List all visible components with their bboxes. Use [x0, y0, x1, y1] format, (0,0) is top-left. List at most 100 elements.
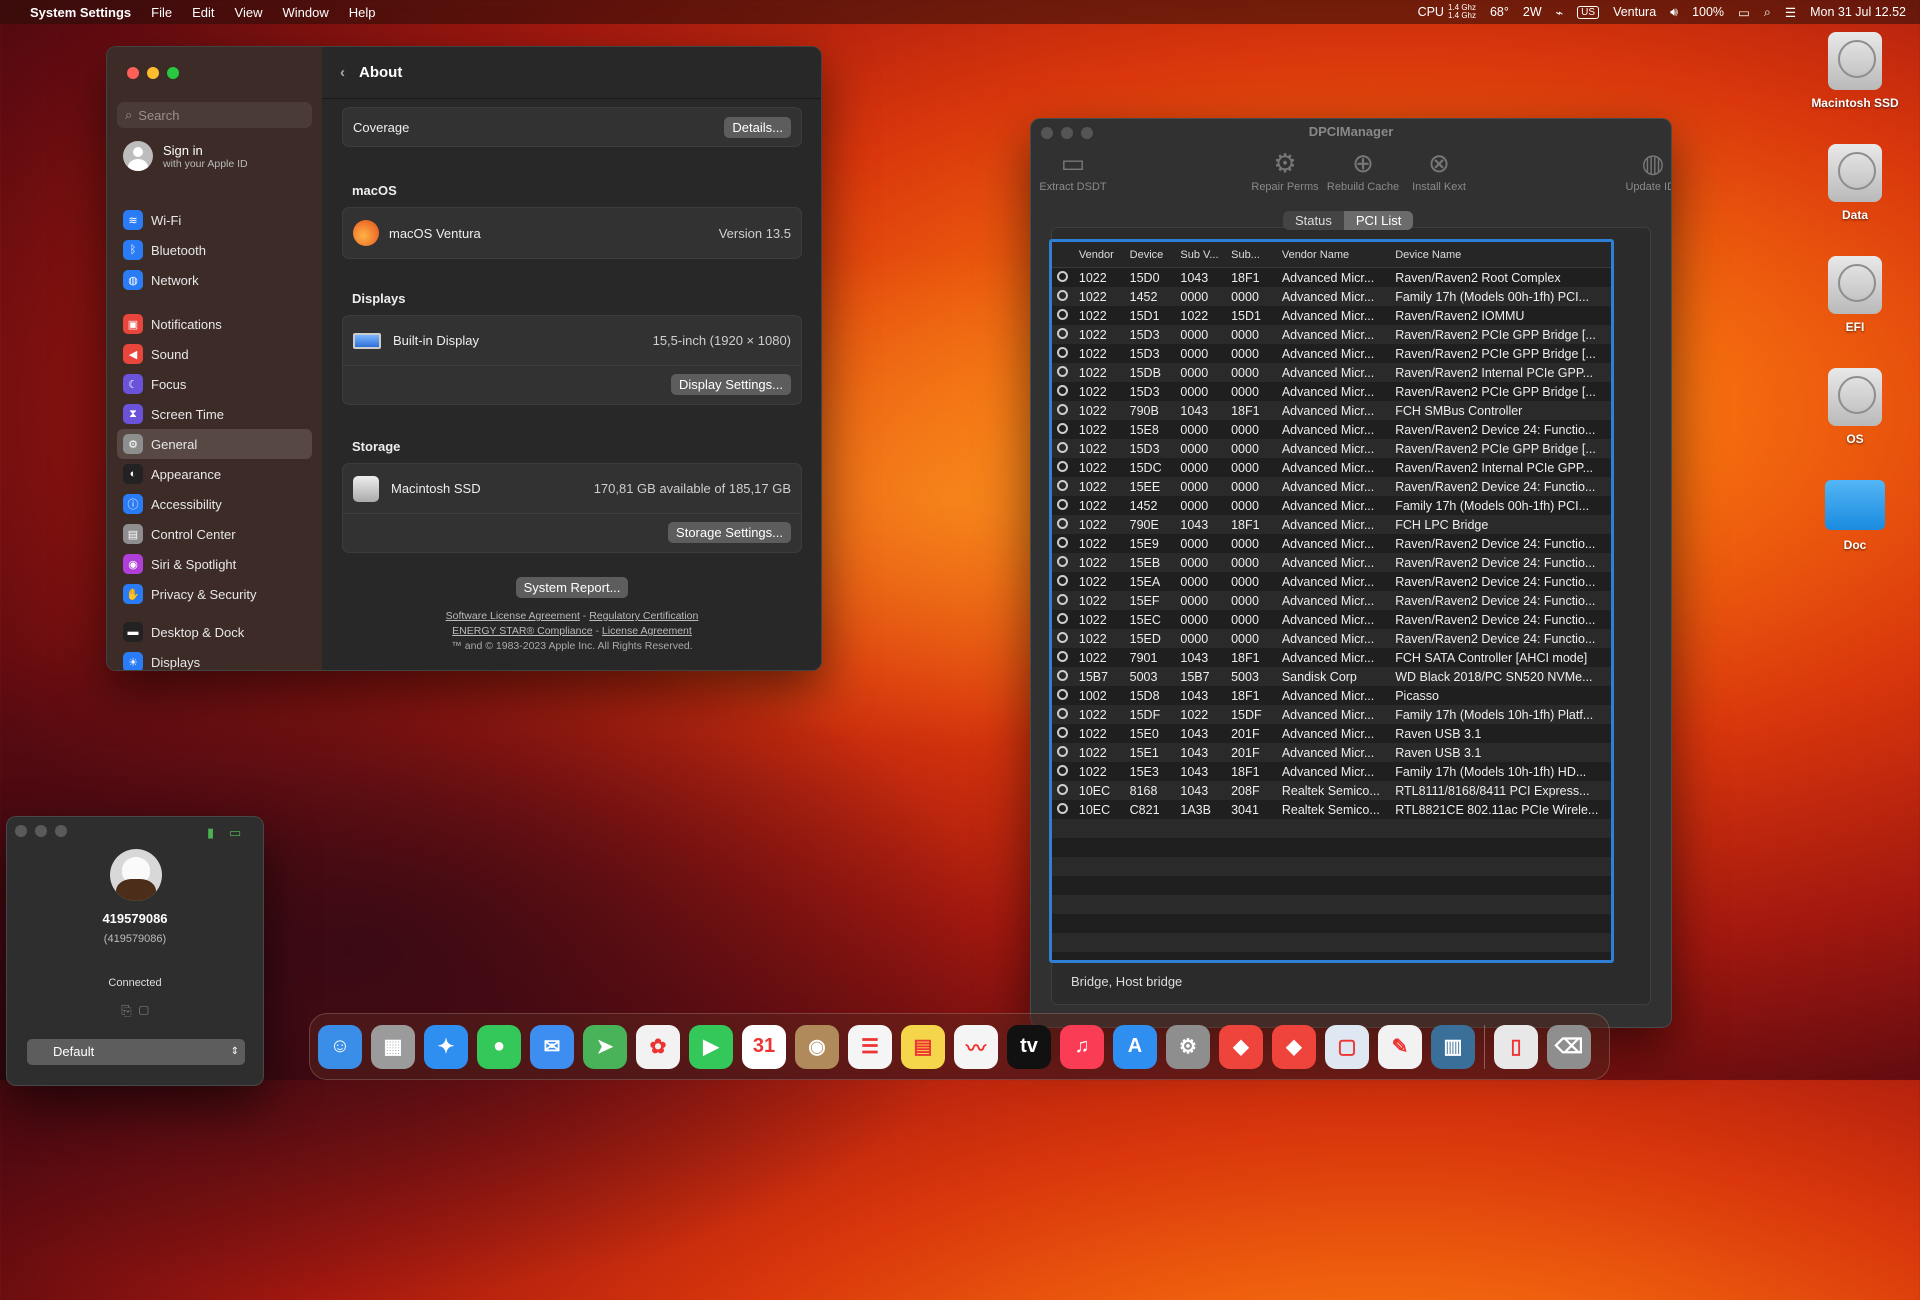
sidebar-item-privacy-security[interactable]: ✋ Privacy & Security	[117, 579, 312, 609]
dock-safari-icon[interactable]: ✦	[424, 1024, 468, 1069]
sidebar-item-sound[interactable]: ◀ Sound	[117, 339, 312, 369]
regulatory-link[interactable]: Regulatory Certification	[589, 610, 698, 622]
dock-trash-icon[interactable]: ⌫	[1547, 1024, 1591, 1069]
dock-system-settings-icon[interactable]: ⚙	[1166, 1024, 1210, 1069]
cpu-monitor[interactable]: CPU 1.4 Ghz 1.4 Ghz	[1418, 4, 1476, 20]
desktop-os[interactable]: OS	[1810, 368, 1900, 446]
apple-id-signin[interactable]: Sign in with your Apple ID	[123, 141, 248, 171]
table-row[interactable]: 1022 15E8 0000 0000 Advanced Micr... Raven/Ra…	[1052, 420, 1611, 439]
sidebar-item-siri-spotlight[interactable]: ◉ Siri & Spotlight	[117, 549, 312, 579]
dock-contacts-icon[interactable]: ◉	[795, 1024, 839, 1069]
tab-status[interactable]: Status	[1283, 211, 1344, 230]
dock-facetime-icon[interactable]: ▶	[689, 1024, 733, 1069]
sidebar-item-bluetooth[interactable]: ᛒ Bluetooth	[117, 235, 312, 265]
sidebar-item-displays[interactable]: ☀ Displays	[117, 647, 312, 670]
dock-notes-icon[interactable]: ▤	[901, 1024, 945, 1069]
table-row[interactable]: 1022 1452 0000 0000 Advanced Micr... Family 1…	[1052, 287, 1611, 306]
toolbar-repair-perms-button[interactable]: ⚙ Repair Perms	[1247, 148, 1323, 194]
dock-system-info-icon[interactable]: ▥	[1431, 1024, 1475, 1069]
back-chevron-icon[interactable]: ‹	[340, 64, 345, 81]
col-vendor[interactable]: Vendor	[1074, 249, 1125, 261]
table-row[interactable]: 1022 790B 1043 18F1 Advanced Micr... FCH SMBu…	[1052, 401, 1611, 420]
mic-icon[interactable]: ▮	[207, 825, 214, 841]
sidebar-item-wi-fi[interactable]: ≋ Wi-Fi	[117, 205, 312, 235]
profile-select[interactable]: Default ⇕	[27, 1039, 245, 1065]
spotlight-search-icon[interactable]: ⌕	[1764, 5, 1771, 20]
sidebar-item-network[interactable]: ◍ Network	[117, 265, 312, 295]
table-row[interactable]: 1022 15DF 1022 15DF Advanced Micr... Family 1…	[1052, 705, 1611, 724]
table-row[interactable]: 1022 15EA 0000 0000 Advanced Micr... Raven/Ra…	[1052, 572, 1611, 591]
table-row[interactable]: 1022 7901 1043 18F1 Advanced Micr... FCH SATA…	[1052, 648, 1611, 667]
search-field[interactable]: ⌕ Search	[117, 102, 312, 128]
table-row[interactable]: 1022 15D1 1022 15D1 Advanced Micr... Raven/Ra…	[1052, 306, 1611, 325]
toolbar-rebuild-cache-button[interactable]: ⊕ Rebuild Cache	[1325, 148, 1401, 194]
menu-view[interactable]: View	[225, 5, 273, 20]
chat-icon[interactable]: ▭	[229, 825, 241, 841]
table-row[interactable]: 1022 15DC 0000 0000 Advanced Micr... Raven/Ra…	[1052, 458, 1611, 477]
table-row[interactable]: 10EC C821 1A3B 3041 Realtek Semico... RTL8821…	[1052, 800, 1611, 819]
dock-launchpad-icon[interactable]: ▦	[371, 1024, 415, 1069]
close-button[interactable]	[15, 825, 27, 837]
toolbar-extract-dsdt-button[interactable]: ▭ Extract DSDT	[1035, 148, 1111, 194]
table-row[interactable]: 1022 790E 1043 18F1 Advanced Micr... FCH LPC …	[1052, 515, 1611, 534]
dock-anydesk-2-icon[interactable]: ◆	[1272, 1024, 1316, 1069]
dock-freeform-icon[interactable]: 〰	[954, 1024, 998, 1069]
file-transfer-icon[interactable]: ⎘	[121, 1003, 131, 1018]
minimize-button[interactable]	[35, 825, 47, 837]
power-readout[interactable]: 2W	[1523, 5, 1542, 19]
dock-finder-icon[interactable]: ☺	[318, 1024, 362, 1069]
dock-music-icon[interactable]: ♫	[1060, 1024, 1104, 1069]
dock-maps-icon[interactable]: ➤	[583, 1024, 627, 1069]
table-row[interactable]: 1022 15D3 0000 0000 Advanced Micr... Raven/Ra…	[1052, 344, 1611, 363]
menu-file[interactable]: File	[141, 5, 182, 20]
col-device[interactable]: Device	[1125, 249, 1176, 261]
table-row[interactable]: 1022 15E3 1043 18F1 Advanced Micr... Family 1…	[1052, 762, 1611, 781]
table-row[interactable]: 1022 15EF 0000 0000 Advanced Micr... Raven/Ra…	[1052, 591, 1611, 610]
dock-apple-tv-icon[interactable]: tv	[1007, 1024, 1051, 1069]
sidebar-item-accessibility[interactable]: ⓘ Accessibility	[117, 489, 312, 519]
table-row[interactable]: 1022 15D3 0000 0000 Advanced Micr... Raven/Ra…	[1052, 382, 1611, 401]
sidebar-item-notifications[interactable]: ▣ Notifications	[117, 309, 312, 339]
col-device-name[interactable]: Device Name	[1390, 249, 1611, 261]
menu-window[interactable]: Window	[272, 5, 338, 20]
desktop-data[interactable]: Data	[1810, 144, 1900, 222]
table-row[interactable]: 1022 15E1 1043 201F Advanced Micr... Raven US…	[1052, 743, 1611, 762]
sidebar-item-appearance[interactable]: ◐ Appearance	[117, 459, 312, 489]
table-row[interactable]: 1022 1452 0000 0000 Advanced Micr... Family 1…	[1052, 496, 1611, 515]
zoom-button[interactable]	[55, 825, 67, 837]
close-button[interactable]	[127, 67, 139, 79]
table-row[interactable]: 1022 15EC 0000 0000 Advanced Micr... Raven/Ra…	[1052, 610, 1611, 629]
table-row[interactable]: 10EC 8168 1043 208F Realtek Semico... RTL8111…	[1052, 781, 1611, 800]
table-row[interactable]: 1002 15D8 1043 18F1 Advanced Micr... Picasso	[1052, 686, 1611, 705]
table-row[interactable]: 1022 15ED 0000 0000 Advanced Micr... Raven/Ra…	[1052, 629, 1611, 648]
table-row[interactable]: 1022 15D3 0000 0000 Advanced Micr... Raven/Ra…	[1052, 325, 1611, 344]
menu-app-name[interactable]: System Settings	[20, 5, 141, 20]
control-center-menu-icon[interactable]: ☰	[1785, 5, 1796, 20]
minimize-button[interactable]	[147, 67, 159, 79]
message-icon[interactable]: ▢	[139, 1003, 149, 1018]
software-license-link[interactable]: Software License Agreement	[446, 610, 580, 622]
zoom-button[interactable]	[167, 67, 179, 79]
battery-percent[interactable]: 100%	[1692, 5, 1724, 19]
col-sub-vendor[interactable]: Sub V...	[1175, 249, 1226, 261]
temperature-readout[interactable]: 68°	[1490, 5, 1509, 19]
sidebar-item-general[interactable]: ⚙ General	[117, 429, 312, 459]
tab-pci-list[interactable]: PCI List	[1343, 211, 1414, 230]
col-sub-device[interactable]: Sub...	[1226, 249, 1277, 261]
table-row[interactable]: 1022 15E9 0000 0000 Advanced Micr... Raven/Ra…	[1052, 534, 1611, 553]
toolbar-update-ids-button[interactable]: ◍ Update IDs	[1615, 148, 1671, 194]
table-row[interactable]: 1022 15EE 0000 0000 Advanced Micr... Raven/Ra…	[1052, 477, 1611, 496]
dock-photos-icon[interactable]: ✿	[636, 1024, 680, 1069]
sidebar-item-desktop-dock[interactable]: ▬ Desktop & Dock	[117, 617, 312, 647]
sidebar-item-focus[interactable]: ☾ Focus	[117, 369, 312, 399]
volume-icon[interactable]: 🔊︎	[1670, 5, 1678, 20]
table-row[interactable]: 15B7 5003 15B7 5003 Sandisk Corp WD Black 201…	[1052, 667, 1611, 686]
menu-edit[interactable]: Edit	[182, 5, 224, 20]
clock[interactable]: Mon 31 Jul 12.52	[1810, 5, 1906, 19]
storage-settings-button[interactable]: Storage Settings...	[668, 522, 791, 543]
dock-messages-icon[interactable]: ●	[477, 1024, 521, 1069]
os-name[interactable]: Ventura	[1613, 5, 1656, 19]
toolbar-install-kext-button[interactable]: ⊗ Install Kext	[1401, 148, 1477, 194]
license-agreement-link[interactable]: License Agreement	[602, 625, 692, 637]
dock-textedit-icon[interactable]: ✎	[1378, 1024, 1422, 1069]
